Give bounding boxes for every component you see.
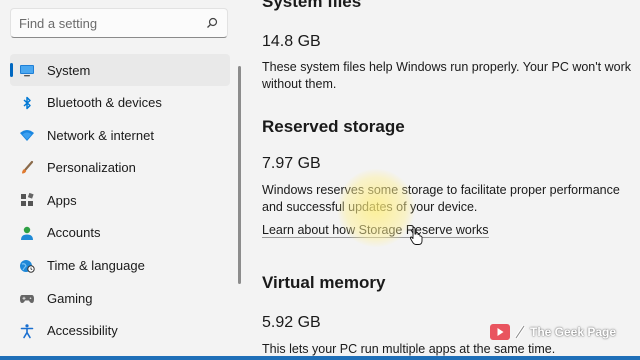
wifi-icon <box>19 127 35 143</box>
globe-clock-icon <box>19 258 35 274</box>
sidebar-item-label: Apps <box>47 192 77 208</box>
bluetooth-icon <box>19 95 35 111</box>
sidebar-scrollbar[interactable] <box>238 66 241 284</box>
monitor-icon <box>19 62 35 78</box>
slash-icon <box>514 325 526 339</box>
description-system-files: These system files help Windows run prop… <box>262 60 631 91</box>
play-logo-icon <box>490 324 510 340</box>
hand-cursor-icon <box>409 226 423 245</box>
size-system-files: 14.8 GB <box>262 33 321 50</box>
gamepad-icon <box>19 290 35 306</box>
section-title-virtual-memory: Virtual memory <box>262 273 386 292</box>
sidebar-item-bluetooth[interactable]: Bluetooth & devices <box>10 87 230 119</box>
size-virtual-memory: 5.92 GB <box>262 314 321 331</box>
sidebar-item-time-language[interactable]: Time & language <box>10 250 230 282</box>
sidebar-item-label: Time & language <box>47 258 145 274</box>
person-icon <box>19 225 35 241</box>
sidebar-item-personalization[interactable]: Personalization <box>10 152 230 184</box>
sidebar-item-accessibility[interactable]: Accessibility <box>10 315 230 347</box>
description-reserved-storage: Windows reserves some storage to facilit… <box>262 183 620 214</box>
sidebar-item-system[interactable]: System <box>10 54 230 86</box>
taskbar-edge <box>0 356 640 360</box>
sidebar-nav: System Bluetooth & devices Network & int… <box>10 54 230 347</box>
sidebar-item-label: Accessibility <box>47 323 118 339</box>
sidebar-item-label: Network & internet <box>47 127 154 143</box>
watermark-text: The Geek Page <box>530 325 617 339</box>
search-box[interactable] <box>10 8 228 38</box>
cursor-highlight <box>337 169 415 247</box>
sidebar-item-label: Accounts <box>47 225 101 241</box>
search-input[interactable] <box>19 9 205 37</box>
sidebar-item-label: Gaming <box>47 290 93 306</box>
accessibility-icon <box>19 323 35 339</box>
sidebar-item-network[interactable]: Network & internet <box>10 119 230 151</box>
sidebar-item-gaming[interactable]: Gaming <box>10 282 230 314</box>
sidebar-item-apps[interactable]: Apps <box>10 184 230 216</box>
sidebar-item-label: Personalization <box>47 160 136 176</box>
sidebar-item-accounts[interactable]: Accounts <box>10 217 230 249</box>
brush-icon <box>19 160 35 176</box>
sidebar-item-label: Bluetooth & devices <box>47 95 162 111</box>
apps-icon <box>19 192 35 208</box>
section-title-system-files: System files <box>262 0 362 11</box>
storage-details: System files 14.8 GB These system files … <box>262 0 640 360</box>
size-reserved-storage: 7.97 GB <box>262 155 321 172</box>
section-title-reserved-storage: Reserved storage <box>262 117 405 136</box>
sidebar-item-label: System <box>47 62 91 78</box>
search-icon[interactable] <box>205 16 219 30</box>
watermark: The Geek Page <box>490 324 616 340</box>
